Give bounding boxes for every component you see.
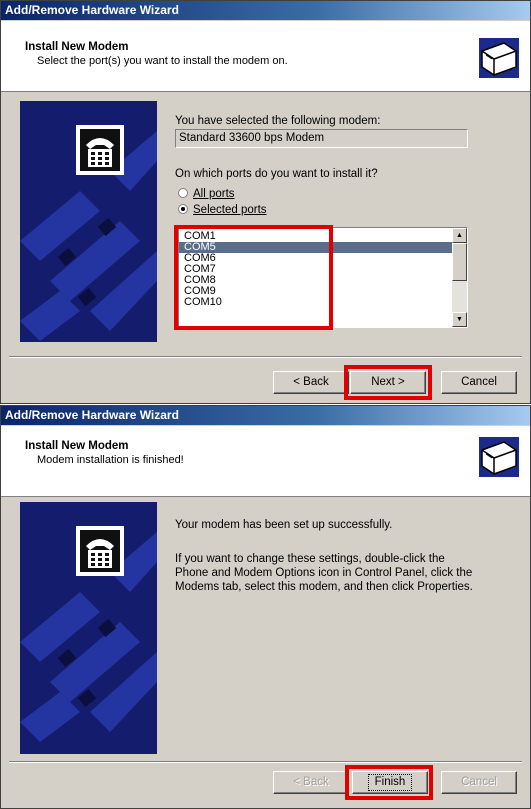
header-title: Install New Modem	[25, 41, 129, 53]
title-bar[interactable]: Add/Remove Hardware Wizard	[1, 1, 530, 20]
wizard-window-port-selection: Add/Remove Hardware Wizard Install New M…	[0, 0, 531, 404]
hardware-wizard-icon	[479, 437, 519, 477]
modem-side-graphic	[20, 101, 157, 342]
cancel-button[interactable]: Cancel	[441, 771, 517, 794]
wizard-header: Install New Modem Select the port(s) you…	[1, 21, 530, 92]
modem-side-graphic	[20, 502, 157, 754]
hardware-wizard-icon	[479, 38, 519, 78]
window-title: Add/Remove Hardware Wizard	[5, 408, 179, 422]
ports-listbox[interactable]: COM1 COM5 COM6 COM7 COM8 COM9 COM10 ▲ ▼	[178, 227, 468, 328]
cancel-button[interactable]: Cancel	[441, 371, 517, 394]
header-subtitle: Modem installation is finished!	[37, 454, 184, 466]
scroll-up-arrow-icon[interactable]: ▲	[452, 228, 467, 243]
all-ports-label: All ports	[193, 188, 235, 200]
header-title: Install New Modem	[25, 440, 129, 452]
header-subtitle: Select the port(s) you want to install t…	[37, 55, 288, 67]
radio-checked-icon	[178, 204, 188, 214]
port-item-com6[interactable]: COM6	[179, 253, 454, 264]
telephone-icon	[86, 539, 114, 568]
port-item-com10[interactable]: COM10	[179, 297, 454, 308]
selected-modem-field: Standard 33600 bps Modem	[175, 129, 468, 148]
wizard-header: Install New Modem Modem installation is …	[1, 426, 530, 497]
selected-ports-label: Selected ports	[193, 204, 267, 216]
radio-unchecked-icon	[178, 188, 188, 198]
finish-button[interactable]: Finish	[352, 771, 428, 794]
info-line: Modems tab, select this modem, and then …	[175, 581, 473, 593]
selected-modem-label: You have selected the following modem:	[175, 115, 381, 127]
window-title: Add/Remove Hardware Wizard	[5, 3, 179, 17]
button-separator	[9, 761, 522, 763]
back-button[interactable]: < Back	[273, 371, 349, 394]
scroll-down-arrow-icon[interactable]: ▼	[452, 312, 467, 327]
port-item-com8[interactable]: COM8	[179, 275, 454, 286]
all-ports-radio[interactable]: All ports	[178, 188, 235, 200]
port-item-com5[interactable]: COM5	[179, 242, 454, 253]
success-message: Your modem has been set up successfully.	[175, 519, 393, 531]
wizard-window-finished: Add/Remove Hardware Wizard Install New M…	[0, 405, 531, 809]
telephone-icon	[86, 138, 114, 167]
next-button[interactable]: Next >	[350, 371, 426, 394]
button-separator	[9, 356, 522, 358]
back-button[interactable]: < Back	[273, 771, 349, 794]
ports-question-label: On which ports do you want to install it…	[175, 168, 378, 180]
ports-scrollbar[interactable]: ▲ ▼	[452, 228, 467, 327]
info-line: If you want to change these settings, do…	[175, 553, 445, 565]
selected-ports-radio[interactable]: Selected ports	[178, 204, 267, 216]
info-line: Phone and Modem Options icon in Control …	[175, 567, 473, 579]
settings-info-text: If you want to change these settings, do…	[175, 552, 473, 594]
scroll-thumb[interactable]	[452, 243, 467, 281]
port-item-com7[interactable]: COM7	[179, 264, 454, 275]
port-item-com1[interactable]: COM1	[179, 231, 454, 242]
title-bar[interactable]: Add/Remove Hardware Wizard	[1, 406, 530, 425]
